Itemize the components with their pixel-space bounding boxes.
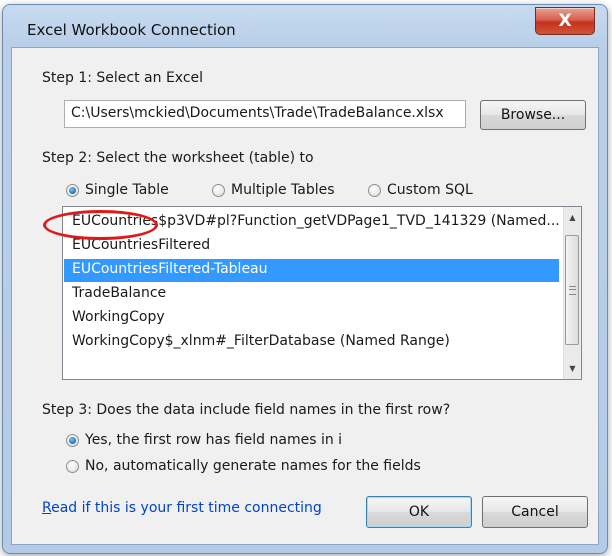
radio-generate-names-label: No, automatically generate names for the… xyxy=(85,458,421,474)
cancel-button-label: Cancel xyxy=(511,504,559,520)
radio-generate-names[interactable]: No, automatically generate names for the… xyxy=(66,458,421,474)
excel-workbook-connection-dialog: Excel Workbook Connection X Step 1: Sele… xyxy=(2,4,608,554)
list-item[interactable]: WorkingCopy$_xlnm#_FilterDatabase (Named… xyxy=(64,331,559,354)
browse-button-label: Browse... xyxy=(500,107,566,123)
radio-selected-icon xyxy=(66,433,79,447)
link-text: ead if this is your first time connectin… xyxy=(51,500,322,516)
scroll-down-icon[interactable]: ▼ xyxy=(564,360,581,377)
step3-label: Step 3: Does the data include field name… xyxy=(42,402,451,418)
radio-has-field-names[interactable]: Yes, the first row has field names in i xyxy=(66,432,342,448)
listbox-scrollbar[interactable]: ▲ ▼ xyxy=(563,207,581,379)
radio-custom-sql-label: Custom SQL xyxy=(387,182,473,198)
list-item[interactable]: EUCountries$p3VD#pl?Function_getVDPage1_… xyxy=(64,211,559,234)
radio-unselected-icon xyxy=(212,183,225,197)
ok-button[interactable]: OK xyxy=(366,496,472,528)
dialog-title: Excel Workbook Connection xyxy=(27,21,236,39)
radio-unselected-icon xyxy=(66,459,79,473)
ok-button-label: OK xyxy=(408,504,430,520)
radio-unselected-icon xyxy=(368,183,381,197)
grip-icon xyxy=(568,285,576,295)
close-button[interactable]: X xyxy=(535,7,595,35)
file-path-input[interactable]: C:\Users\mckied\Documents\Trade\TradeBal… xyxy=(64,100,466,128)
table-listbox[interactable]: EUCountries$p3VD#pl?Function_getVDPage1_… xyxy=(62,206,582,380)
close-icon: X xyxy=(558,11,572,31)
list-item[interactable]: TradeBalance xyxy=(64,283,559,306)
list-item[interactable]: EUCountriesFiltered xyxy=(64,235,559,258)
list-item-selected[interactable]: EUCountriesFiltered-Tableau xyxy=(64,259,559,282)
cancel-button[interactable]: Cancel xyxy=(482,496,588,528)
dialog-body: Step 1: Select an Excel C:\Users\mckied\… xyxy=(11,47,599,545)
radio-multiple-tables-label: Multiple Tables xyxy=(231,182,335,198)
link-accelerator: R xyxy=(42,500,52,516)
step2-label: Step 2: Select the worksheet (table) to xyxy=(42,150,314,166)
radio-selected-icon xyxy=(66,183,79,197)
radio-single-table-label: Single Table xyxy=(85,182,169,198)
scroll-up-icon[interactable]: ▲ xyxy=(564,209,581,226)
radio-single-table[interactable]: Single Table xyxy=(66,182,169,198)
radio-custom-sql[interactable]: Custom SQL xyxy=(368,182,473,198)
radio-has-field-names-label: Yes, the first row has field names in i xyxy=(85,432,343,448)
browse-button[interactable]: Browse... xyxy=(480,100,586,130)
scroll-thumb[interactable] xyxy=(565,235,579,345)
first-time-help-link[interactable]: Read if this is your first time connecti… xyxy=(42,500,322,516)
step1-label: Step 1: Select an Excel xyxy=(42,70,204,86)
list-item[interactable]: WorkingCopy xyxy=(64,307,559,330)
radio-multiple-tables[interactable]: Multiple Tables xyxy=(212,182,335,198)
title-bar: Excel Workbook Connection X xyxy=(3,5,607,49)
